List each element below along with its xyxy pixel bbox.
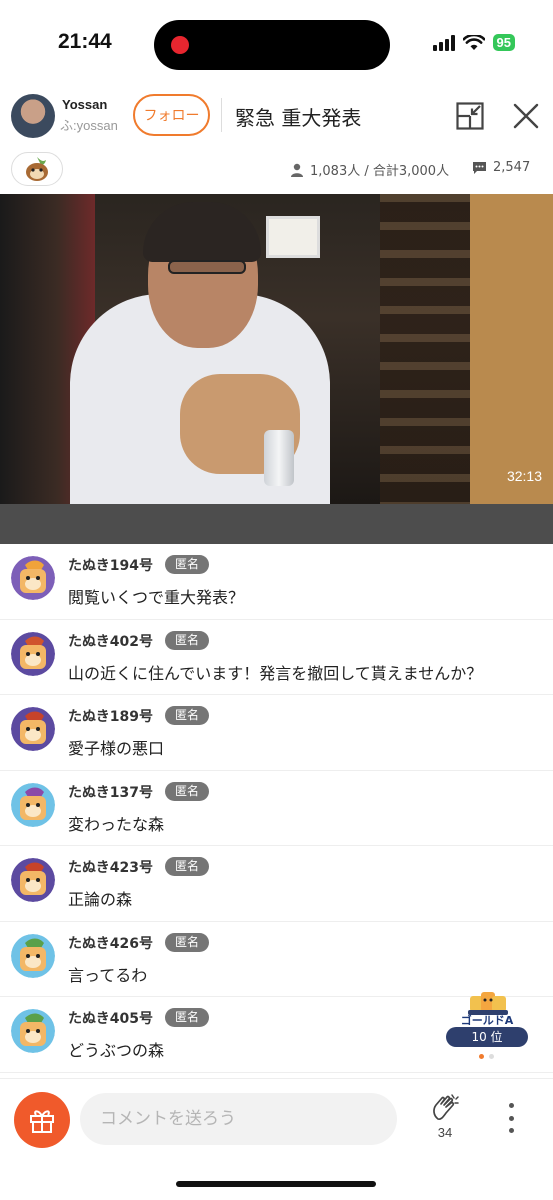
video-elapsed-time: 32:13 [506,468,542,484]
commenter-name[interactable]: たぬき423号 [68,857,153,877]
rank-pager-dots [479,1054,494,1059]
anonymous-badge: 匿名 [165,630,210,650]
clap-button[interactable]: 34 [424,1093,466,1149]
anonymous-badge: 匿名 [165,555,210,574]
viewer-count: 1,083人 / 合計3,000人 [290,160,449,179]
comment-text: どうぶつの森 [68,1041,165,1060]
comment-count-text: 2,547 [493,160,531,175]
gold-rank-widget[interactable]: ゴールドA 10 位 [446,988,528,1064]
comment-item[interactable]: たぬき423号 匿名正論の森 [0,846,553,922]
host-id: ふ:yossan [60,118,118,133]
status-icons: 95 [432,34,515,51]
anonymous-badge: 匿名 [165,932,210,952]
commenter-avatar[interactable] [11,933,55,978]
anonymous-badge: 匿名 [165,706,210,725]
wifi-icon [462,34,485,50]
commenter-avatar[interactable] [11,556,55,600]
bottom-action-bar: 34 [0,1078,553,1158]
host-avatar[interactable] [11,94,55,138]
viewer-count-text: 1,083人 / 合計3,000人 [310,164,450,179]
stream-title: 緊急 重大発表 [235,106,362,130]
gift-icon [30,1110,54,1133]
commenter-name[interactable]: たぬき405号 [68,1008,153,1028]
follow-button[interactable]: フォロー [133,94,210,136]
header-divider [221,98,222,132]
comment-text: 変わったな森 [68,814,165,834]
commenter-avatar[interactable] [11,631,55,676]
comment-text: 正論の森 [68,890,133,909]
comment-text: 愛子様の悪口 [68,739,165,758]
home-indicator [176,1181,376,1187]
more-icon[interactable] [500,1103,522,1133]
rank-position: 10 位 [446,1027,528,1047]
commenter-name[interactable]: たぬき194号 [68,555,153,575]
comment-text: 山の近くに住んでいます！発言を撤回して貰えませんか？ [68,663,483,683]
comment-item[interactable]: たぬき426号 匿名 言ってるわ [0,922,553,997]
live-video-player[interactable]: 32:13 [0,194,553,504]
commenter-name[interactable]: たぬき402号 [68,631,153,651]
commenter-name[interactable]: たぬき137号 [68,782,153,802]
comment-item[interactable]: たぬき137号 匿名 変わったな森 [0,771,553,846]
clap-icon [433,1094,459,1121]
stats-row: 1,083人 / 合計3,000人 2,547 [0,150,553,188]
comment-item[interactable]: たぬき194号 匿名閲覧いくつで重大発表？ [0,544,553,620]
anonymous-badge: 匿名 [165,781,210,801]
close-icon[interactable] [512,102,540,130]
commenter-avatar[interactable] [11,707,55,751]
tanuki-badge-icon [26,157,48,181]
clap-count: 34 [437,1125,453,1140]
recording-dot-icon [171,36,189,54]
commenter-avatar[interactable] [11,858,55,902]
video-bottom-bar [0,504,553,544]
comment-input[interactable] [80,1093,397,1145]
battery-indicator: 95 [492,34,515,51]
commenter-name[interactable]: たぬき189号 [68,706,153,726]
minimize-icon[interactable] [456,102,484,130]
stream-header: Yossan ふ:yossan フォロー 緊急 重大発表 [0,88,553,144]
comment-count: 2,547 [472,160,530,175]
anonymous-badge: 匿名 [165,1008,210,1027]
rank-label: ゴールドA [460,1014,514,1027]
comment-bubble-icon [473,161,486,174]
status-bar: 21:44 95 [0,0,553,88]
tanuki-badge-button[interactable] [11,152,63,186]
status-time: 21:44 [58,30,112,53]
comment-text: 言ってるわ [68,965,148,985]
anonymous-badge: 匿名 [165,857,210,876]
cellular-signal-icon [432,34,455,51]
host-name[interactable]: Yossan [62,97,107,112]
commenter-avatar[interactable] [11,1009,55,1053]
comment-text: 閲覧いくつで重大発表？ [68,588,245,607]
person-icon [291,163,303,177]
commenter-name[interactable]: たぬき426号 [68,933,153,953]
gift-button[interactable] [14,1092,70,1148]
comment-item[interactable]: たぬき189号 匿名 愛子様の悪口 [0,695,553,771]
dynamic-island [154,20,390,70]
comment-item[interactable]: たぬき402号 匿名山の近くに住んでいます！発言を撤回して貰えませんか？ [0,620,553,695]
commenter-avatar[interactable] [11,782,55,827]
